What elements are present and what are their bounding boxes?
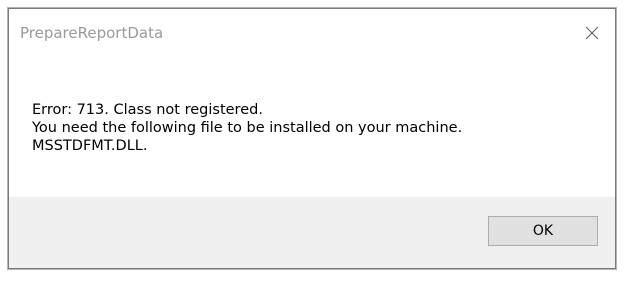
message-dialog: PrepareReportData Error: 713. Class not … (8, 8, 616, 269)
ok-button[interactable]: OK (488, 216, 598, 246)
close-button[interactable] (569, 9, 615, 57)
window-title: PrepareReportData (20, 24, 164, 42)
message-line: MSSTDFMT.DLL. (32, 138, 148, 154)
close-icon (585, 26, 599, 40)
message-line: Error: 713. Class not registered. (32, 102, 263, 118)
title-bar[interactable]: PrepareReportData (9, 9, 615, 57)
dialog-content: Error: 713. Class not registered. You ne… (9, 57, 615, 199)
button-bar: OK (9, 197, 615, 268)
error-message: Error: 713. Class not registered. You ne… (32, 101, 462, 155)
message-line: You need the following file to be instal… (32, 120, 463, 136)
